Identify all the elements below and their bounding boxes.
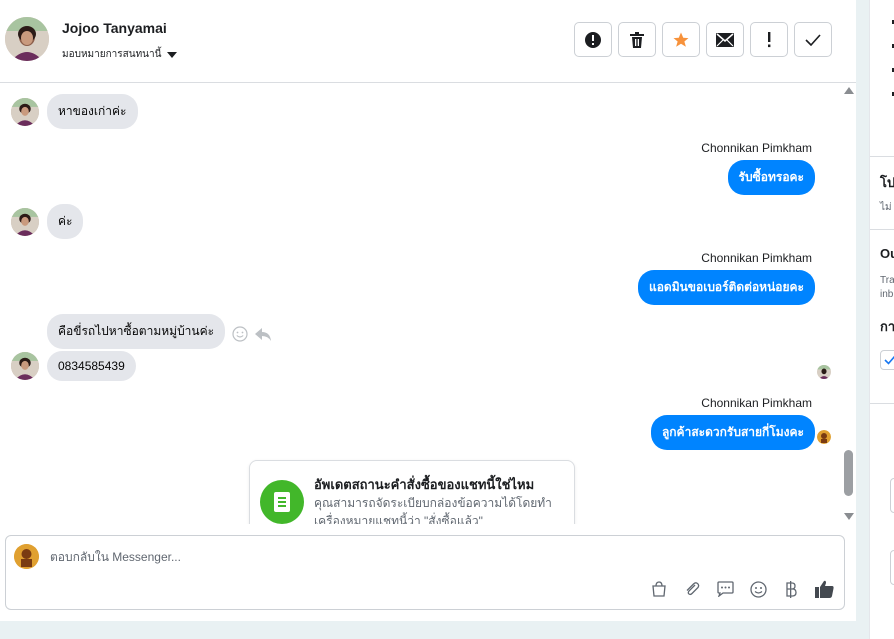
star-icon	[673, 32, 689, 47]
react-emoji-icon[interactable]	[232, 326, 248, 342]
incoming-message-row: คือขี่รถไปหาซื้อตามหมู่บ้านค่ะ	[47, 314, 226, 349]
like-icon[interactable]	[814, 579, 834, 599]
contact-avatar-small[interactable]	[11, 207, 39, 236]
paperclip-icon[interactable]	[682, 579, 702, 599]
check-icon	[805, 33, 821, 46]
sender-name: Chonnikan Pimkham	[701, 396, 812, 410]
page-avatar-small	[817, 430, 831, 444]
panel-field[interactable]	[890, 478, 894, 513]
star-button[interactable]	[662, 22, 700, 57]
bottom-strip	[0, 621, 894, 639]
right-details-panel: โป ไม่ Ou Tra inb กา	[869, 0, 894, 639]
panel-field[interactable]	[890, 550, 894, 585]
panel-section-title: กา	[880, 319, 894, 334]
reply-icon[interactable]	[254, 326, 272, 342]
spam-icon	[585, 31, 601, 48]
caret-down-icon	[167, 51, 178, 58]
reply-input[interactable]	[50, 550, 650, 564]
sender-name: Chonnikan Pimkham	[701, 141, 812, 155]
incoming-message-row: 0834585439	[11, 351, 136, 381]
panel-section-text: Tra	[880, 275, 894, 286]
page-avatar	[14, 544, 39, 569]
panel-section-title: Ou	[880, 246, 894, 261]
thread-scrollbar[interactable]	[842, 84, 856, 524]
panel-divider	[870, 156, 894, 157]
panel-section-subtitle: ไม่	[880, 202, 892, 213]
mark-unread-button[interactable]	[706, 22, 744, 57]
incoming-message-bubble[interactable]: หาของเก่าค่ะ	[47, 94, 138, 129]
incoming-message-row: หาของเก่าค่ะ	[11, 94, 138, 129]
panel-section-text: inb	[880, 289, 894, 300]
check-icon	[884, 355, 894, 365]
incoming-message-row: ค่ะ	[11, 204, 84, 239]
follow-up-button[interactable]	[750, 22, 788, 57]
mail-icon	[716, 32, 734, 47]
incoming-message-bubble[interactable]: คือขี่รถไปหาซื้อตามหมู่บ้านค่ะ	[47, 314, 226, 349]
order-card-title: อัพเดตสถานะคำสั่งซื้อของแชทนี้ใช่ไหม	[314, 477, 535, 492]
scroll-thumb[interactable]	[844, 450, 853, 496]
order-list-icon	[260, 480, 304, 524]
seen-indicator-avatar	[817, 365, 831, 379]
mark-spam-button[interactable]	[574, 22, 612, 57]
trash-icon	[630, 31, 644, 48]
message-composer	[5, 535, 845, 610]
delete-button[interactable]	[618, 22, 656, 57]
incoming-message-bubble[interactable]: ค่ะ	[47, 204, 84, 239]
page-gutter	[856, 0, 869, 639]
scroll-up-arrow-icon[interactable]	[844, 87, 854, 94]
outgoing-message-bubble[interactable]: ลูกค้าสะดวกรับสายกี่โมงคะ	[650, 415, 815, 450]
mark-done-button[interactable]	[794, 22, 832, 57]
panel-checkbox[interactable]	[880, 350, 894, 370]
contact-avatar[interactable]	[5, 17, 49, 61]
incoming-message-bubble[interactable]: 0834585439	[47, 351, 136, 381]
conversation-header: Jojoo Tanyamai มอบหมายการสนทนานี้	[0, 0, 856, 83]
outgoing-message-bubble[interactable]: แอดมินขอเบอร์ติดต่อหน่อยคะ	[637, 270, 815, 305]
message-hover-actions	[232, 326, 272, 342]
assign-conversation-dropdown[interactable]: มอบหมายการสนทนานี้	[62, 47, 178, 62]
sender-name: Chonnikan Pimkham	[701, 251, 812, 265]
contact-name[interactable]: Jojoo Tanyamai	[62, 20, 167, 36]
composer-toolbar	[649, 579, 834, 599]
order-status-card[interactable]: อัพเดตสถานะคำสั่งซื้อของแชทนี้ใช่ไหม คุณ…	[249, 460, 575, 524]
contact-avatar-small[interactable]	[11, 352, 39, 380]
panel-divider	[870, 229, 894, 230]
outgoing-message-bubble[interactable]: รับซื้อทรอคะ	[727, 160, 815, 195]
exclamation-icon	[768, 31, 771, 47]
message-thread: หาของเก่าค่ะ Chonnikan Pimkham รับซื้อทร…	[0, 84, 856, 524]
conversation-pane: Jojoo Tanyamai มอบหมายการสนทนานี้ หาของเ…	[0, 0, 856, 621]
emoji-icon[interactable]	[748, 579, 768, 599]
order-card-body: คุณสามารถจัดระเบียบกล่องข้อความได้โดยทำเ…	[314, 496, 552, 524]
bag-icon[interactable]	[649, 579, 669, 599]
panel-section-title: โป	[880, 175, 894, 190]
panel-divider	[870, 403, 894, 404]
header-actions	[574, 22, 832, 57]
assign-label: มอบหมายการสนทนานี้	[62, 49, 162, 60]
scroll-down-arrow-icon[interactable]	[844, 513, 854, 520]
baht-icon[interactable]	[781, 579, 801, 599]
saved-reply-icon[interactable]	[715, 579, 735, 599]
contact-avatar-small[interactable]	[11, 97, 39, 126]
